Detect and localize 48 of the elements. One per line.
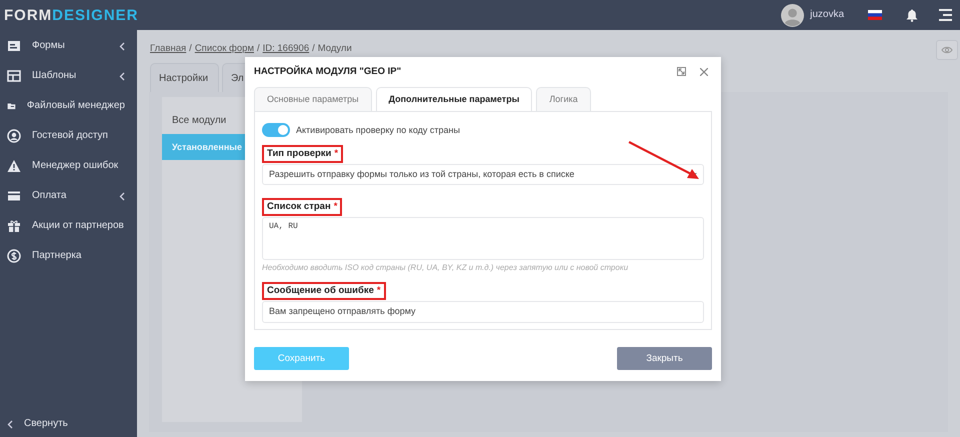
sidebar-item[interactable]: Акции от партнеров xyxy=(0,211,137,241)
field-label: Тип проверки * xyxy=(262,145,344,163)
warning-icon xyxy=(7,159,21,173)
breadcrumb-separator: / xyxy=(256,43,260,54)
sidebar-item[interactable]: Оплата xyxy=(0,181,137,211)
close-button[interactable]: Закрыть xyxy=(617,347,712,370)
page-tab[interactable]: Настройки xyxy=(150,63,219,92)
user-name[interactable]: juzovka xyxy=(810,9,844,21)
dialog-title: НАСТРОЙКА МОДУЛЯ "GEO IP" xyxy=(254,66,402,78)
field-label: Сообщение об ошибке * xyxy=(262,282,386,300)
dollar-icon xyxy=(7,249,21,263)
notification-icon[interactable] xyxy=(906,8,918,22)
breadcrumb-separator: / xyxy=(312,43,315,54)
gift-icon xyxy=(7,219,21,233)
sidebar-item[interactable]: Менеджер ошибок xyxy=(0,151,137,181)
layout-icon xyxy=(7,69,21,83)
text-field[interactable]: Вам запрещено отправлять форму xyxy=(262,300,704,323)
menu-icon[interactable] xyxy=(938,9,952,21)
breadcrumb-link[interactable]: Список форм xyxy=(194,43,254,54)
field-label: Список стран * xyxy=(262,198,342,216)
user-icon xyxy=(7,129,21,143)
card-icon xyxy=(7,189,21,203)
sidebar-item[interactable]: Шаблоны xyxy=(0,61,137,91)
logo[interactable]: FORMDESIGNER xyxy=(4,8,139,22)
breadcrumb-link[interactable]: ID: 166906 xyxy=(262,43,310,54)
chevron-icon xyxy=(7,420,13,428)
dialog-tab[interactable]: Логика xyxy=(536,87,591,112)
breadcrumb-separator: / xyxy=(189,43,192,54)
expand-icon[interactable] xyxy=(677,67,686,76)
collapse-button[interactable]: Свернуть xyxy=(0,409,137,437)
breadcrumb-current: Модули xyxy=(318,43,352,54)
dialog-tab[interactable]: Основные параметры xyxy=(254,87,372,112)
eye-icon xyxy=(941,46,953,54)
avatar-icon[interactable] xyxy=(781,4,804,26)
textarea-field[interactable]: UA, RU xyxy=(262,216,704,260)
close-icon[interactable] xyxy=(700,68,708,76)
help-text: Необходимо вводить ISO код страны (RU, UA, BY, KZ и т.д.) через запятую или с новой строки xyxy=(262,262,630,272)
sidebar-item[interactable]: Формы xyxy=(0,31,137,61)
sidebar-item[interactable]: Партнерка xyxy=(0,241,137,271)
form-icon xyxy=(7,39,21,53)
toggle-label: Активировать проверку по коду страны xyxy=(296,124,460,136)
breadcrumb-link[interactable]: Главная xyxy=(150,43,186,54)
sidebar-item[interactable]: Гостевой доступ xyxy=(0,121,137,151)
toggle-switch[interactable] xyxy=(262,123,290,138)
sidebar-item[interactable]: Файловый менеджер xyxy=(0,91,137,121)
select-field[interactable]: Разрешить отправку формы только из той страны, которая есть в списке xyxy=(262,164,704,186)
flag-icon[interactable] xyxy=(868,10,882,20)
dialog-tab[interactable]: Дополнительные параметры xyxy=(376,87,532,112)
